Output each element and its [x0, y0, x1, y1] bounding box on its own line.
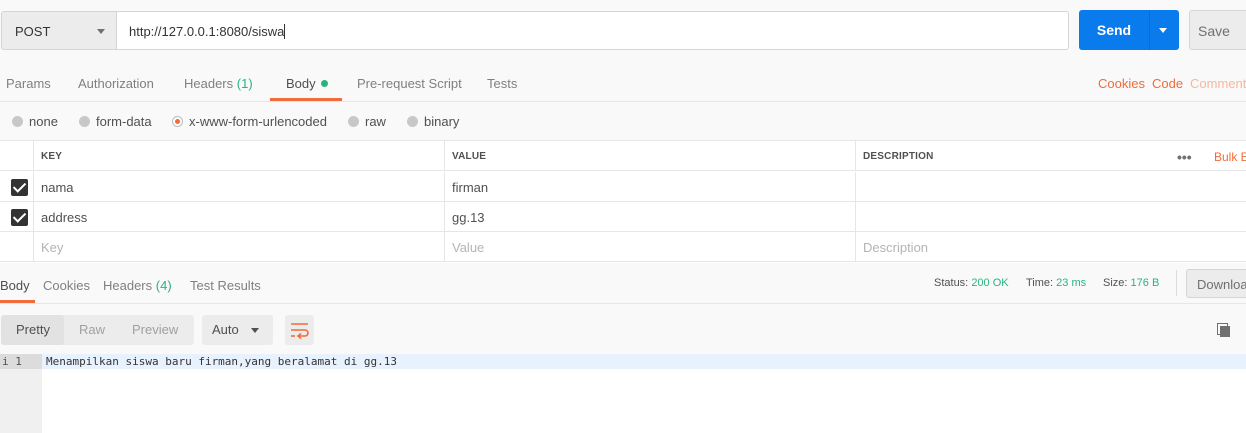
- radio-icon: [407, 116, 418, 127]
- tab-authorization[interactable]: Authorization: [78, 76, 154, 91]
- tab-body[interactable]: Body: [286, 76, 328, 91]
- code-link[interactable]: Code: [1152, 76, 1183, 91]
- view-mode-group: Pretty Raw Preview: [1, 315, 194, 345]
- cookies-link[interactable]: Cookies: [1098, 76, 1145, 91]
- pretty-button[interactable]: Pretty: [16, 322, 50, 337]
- chevron-down-icon: [97, 29, 105, 34]
- method-label: POST: [15, 24, 51, 39]
- time-value: 23 ms: [1056, 277, 1087, 289]
- response-headers-count: (4): [155, 278, 172, 293]
- value-column-header: VALUE: [444, 141, 855, 171]
- key-column-header: KEY: [33, 141, 444, 171]
- radio-form-data[interactable]: form-data: [79, 114, 152, 129]
- preview-button[interactable]: Preview: [132, 322, 178, 337]
- send-label: Send: [1096, 22, 1132, 38]
- text-cursor: [284, 24, 286, 39]
- size-value: 176 B: [1130, 277, 1160, 289]
- chevron-down-icon: [251, 328, 259, 333]
- active-tab-indicator: [270, 98, 342, 101]
- response-body-editor[interactable]: i 1 Menampilkan siswa baru firman,yang b…: [0, 354, 1246, 433]
- download-button[interactable]: Downloa: [1186, 269, 1246, 298]
- tab-headers[interactable]: Headers (1): [184, 76, 253, 91]
- radio-none[interactable]: none: [12, 114, 58, 129]
- comments-link[interactable]: Comment: [1190, 76, 1246, 91]
- fold-marker-icon[interactable]: i: [2, 355, 9, 368]
- divider: [1176, 270, 1177, 296]
- copy-icon[interactable]: [1217, 323, 1233, 337]
- send-button[interactable]: Send: [1079, 10, 1179, 50]
- save-button[interactable]: Save: [1189, 10, 1246, 50]
- format-select[interactable]: Auto: [202, 315, 273, 345]
- request-url-bar: POST http://127.0.0.1:8080/siswa Send Sa…: [0, 0, 1246, 60]
- time-info: Time: 23 ms: [1026, 277, 1087, 289]
- url-input[interactable]: http://127.0.0.1:8080/siswa: [117, 11, 1069, 50]
- row-enabled-checkbox[interactable]: [11, 209, 28, 226]
- row-enabled-checkbox[interactable]: [11, 179, 28, 196]
- wrap-lines-icon: [291, 323, 309, 340]
- send-divider: [1149, 10, 1150, 50]
- save-label: Save: [1198, 23, 1230, 39]
- table-row-new: Key Value Description: [0, 232, 1246, 262]
- body-type-selector: none form-data x-www-form-urlencoded raw…: [0, 102, 1246, 140]
- key-cell[interactable]: address: [33, 202, 444, 232]
- line-number: i 1: [2, 355, 22, 368]
- table-row: address gg.13: [0, 202, 1246, 232]
- status-info: Status: 200 OK: [934, 277, 1009, 289]
- radio-raw[interactable]: raw: [348, 114, 386, 129]
- key-cell[interactable]: nama: [33, 172, 444, 202]
- request-tabs: Params Authorization Headers (1) Body Pr…: [0, 62, 1246, 102]
- description-cell[interactable]: [855, 172, 1246, 202]
- value-input[interactable]: Value: [444, 232, 855, 262]
- url-value: http://127.0.0.1:8080/siswa: [129, 24, 286, 39]
- raw-button[interactable]: Raw: [79, 322, 105, 337]
- table-row: nama firman: [0, 172, 1246, 202]
- response-tab-body[interactable]: Body: [0, 278, 30, 293]
- bulk-edit-link[interactable]: Bulk E: [1214, 150, 1246, 164]
- response-tab-test-results[interactable]: Test Results: [190, 278, 261, 293]
- response-toolbar: Pretty Raw Preview Auto: [0, 304, 1246, 354]
- tab-params[interactable]: Params: [6, 76, 51, 91]
- value-cell[interactable]: gg.13: [444, 202, 855, 232]
- headers-count: (1): [236, 76, 253, 91]
- radio-urlencoded[interactable]: x-www-form-urlencoded: [172, 114, 327, 129]
- response-text: Menampilkan siswa baru firman,yang beral…: [46, 355, 397, 368]
- table-header-row: KEY VALUE DESCRIPTION ••• Bulk E: [0, 141, 1246, 171]
- response-tabs: Body Cookies Headers (4) Test Results St…: [0, 263, 1246, 304]
- send-options-chevron-icon[interactable]: [1159, 28, 1167, 33]
- radio-icon: [348, 116, 359, 127]
- response-tab-cookies[interactable]: Cookies: [43, 278, 90, 293]
- value-cell[interactable]: firman: [444, 172, 855, 202]
- description-input[interactable]: Description: [855, 232, 1246, 262]
- tab-prerequest-script[interactable]: Pre-request Script: [357, 76, 462, 91]
- radio-binary[interactable]: binary: [407, 114, 459, 129]
- wrap-lines-button[interactable]: [285, 315, 314, 345]
- more-options-icon[interactable]: •••: [1177, 149, 1192, 165]
- tab-tests[interactable]: Tests: [487, 76, 517, 91]
- params-table: KEY VALUE DESCRIPTION ••• Bulk E nama fi…: [0, 140, 1246, 263]
- description-cell[interactable]: [855, 202, 1246, 232]
- key-input[interactable]: Key: [33, 232, 444, 262]
- body-modified-dot-icon: [320, 80, 328, 87]
- radio-icon: [12, 116, 23, 127]
- radio-selected-icon: [172, 116, 183, 127]
- size-info: Size: 176 B: [1103, 277, 1160, 289]
- status-value: 200 OK: [971, 277, 1009, 289]
- response-tab-headers[interactable]: Headers (4): [103, 278, 172, 293]
- radio-icon: [79, 116, 90, 127]
- method-select[interactable]: POST: [1, 11, 117, 50]
- active-tab-indicator: [0, 300, 35, 303]
